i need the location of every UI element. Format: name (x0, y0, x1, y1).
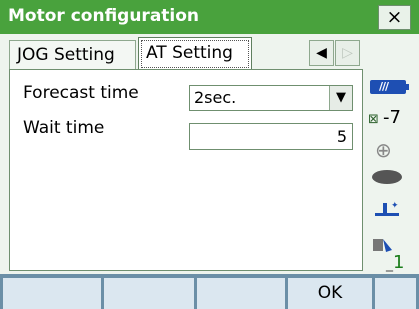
forecast-time-label: Forecast time (23, 83, 139, 103)
window-title: Motor configuration (8, 6, 200, 26)
forecast-time-value: 2sec. (194, 88, 237, 107)
tab-scroll-left-button[interactable]: ◀ (309, 40, 334, 66)
tilt-value: -7 (383, 107, 401, 128)
svg-text:✦: ✦ (391, 201, 399, 211)
close-button[interactable]: × (378, 5, 411, 30)
tab-jog-setting[interactable]: JOG Setting (9, 40, 136, 70)
battery-level-marks: /// (379, 80, 389, 93)
motor-configuration-window: Motor configuration × JOG Setting AT Set… (0, 0, 419, 309)
forecast-time-select[interactable]: 2sec. ▼ (189, 85, 353, 111)
title-bar: Motor configuration × (0, 0, 419, 34)
tab-scroll-right-button[interactable]: ▷ (335, 40, 360, 66)
ok-button[interactable]: OK (288, 278, 372, 309)
dialog-body: JOG Setting AT Setting ◀ ▷ Forecast time… (0, 34, 419, 299)
wait-time-label: Wait time (23, 118, 105, 138)
softkey-f3[interactable] (197, 278, 285, 309)
tilt-icon[interactable]: ⊠ (368, 112, 379, 127)
wait-time-input[interactable]: 5 (189, 123, 353, 150)
memory-icon[interactable] (372, 236, 394, 252)
softkey-f1[interactable] (3, 278, 101, 309)
softkey-f2[interactable] (104, 278, 194, 309)
softkey-f5[interactable] (375, 278, 416, 309)
at-setting-panel: Forecast time 2sec. ▼ Wait time 5 (9, 69, 363, 271)
dropdown-arrow-icon[interactable]: ▼ (329, 86, 352, 110)
tab-at-setting[interactable]: AT Setting (138, 37, 252, 70)
prism-icon[interactable] (372, 170, 402, 184)
laser-pointer-icon[interactable]: ✦ (374, 198, 400, 218)
input-mode-indicator[interactable]: _1 (386, 252, 404, 273)
status-icon-bar: /// ⊠ -7 ⊕ ✦ _1 (363, 68, 419, 308)
target-icon[interactable]: ⊕ (375, 138, 392, 162)
softkey-bar: OK (0, 274, 419, 309)
